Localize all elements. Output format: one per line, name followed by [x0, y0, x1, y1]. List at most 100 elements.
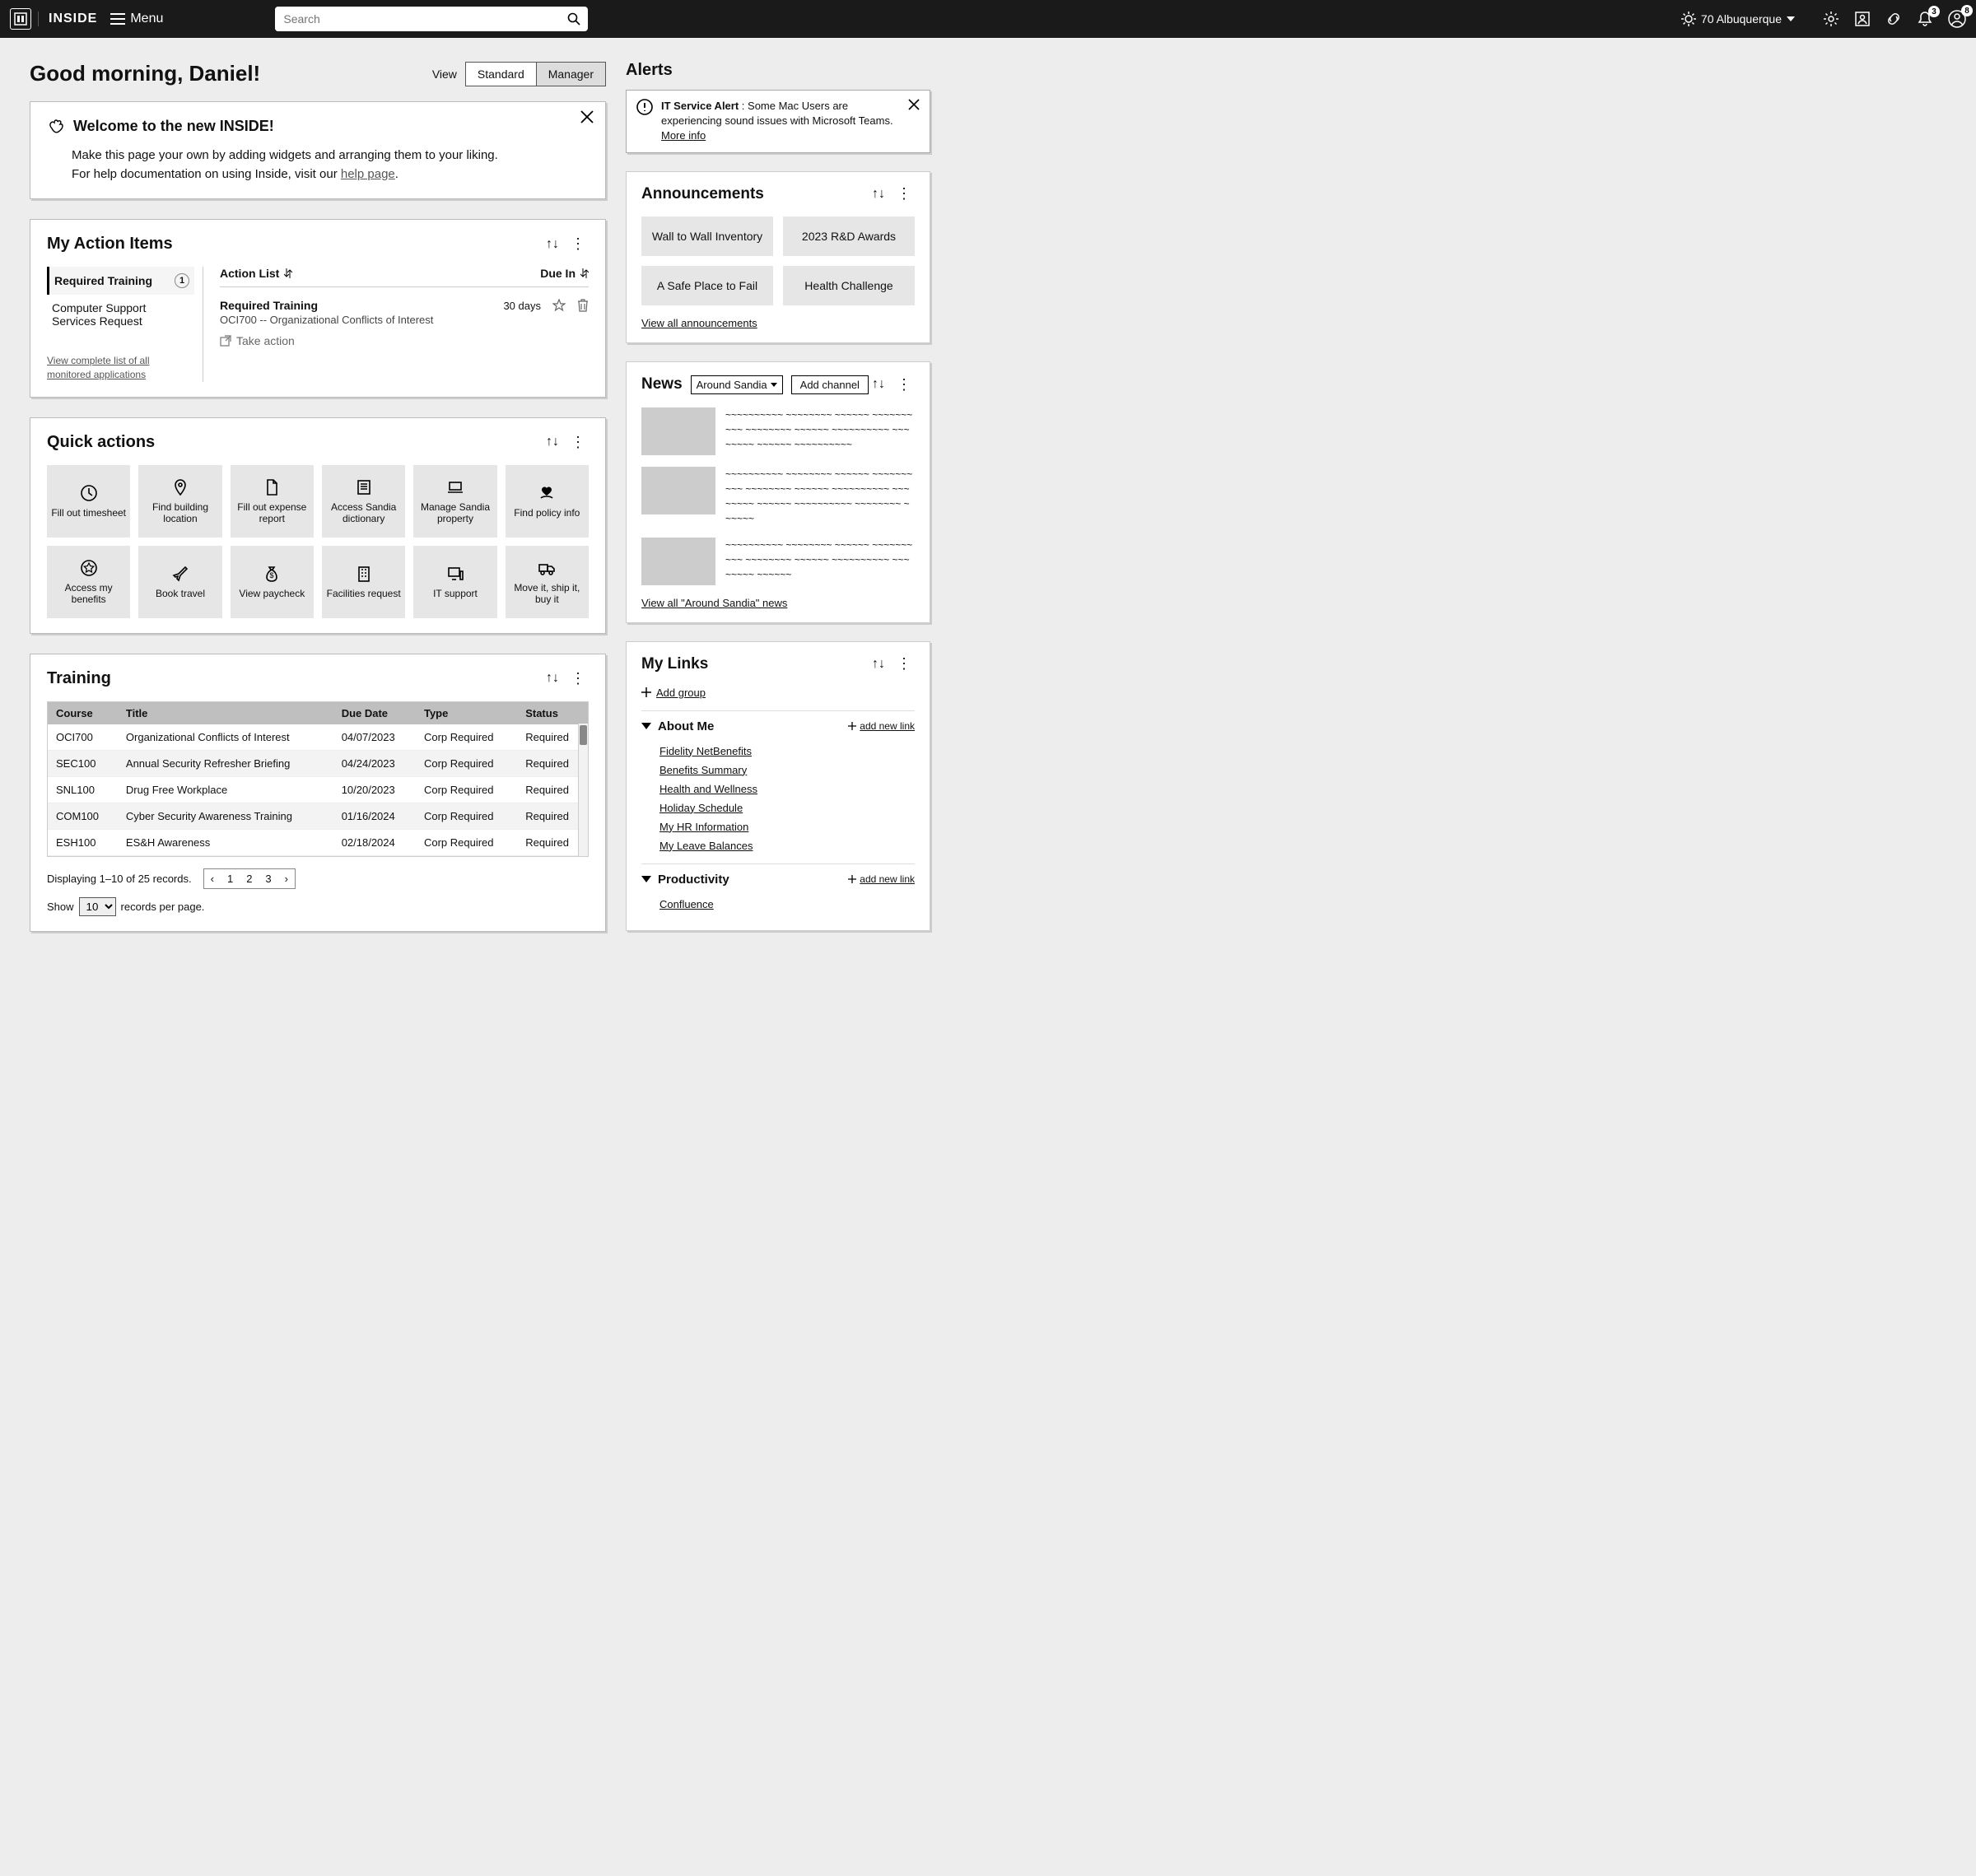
link-item[interactable]: Benefits Summary [659, 764, 915, 776]
group-toggle[interactable]: Productivity [641, 873, 729, 887]
menu-button[interactable]: Menu [110, 12, 163, 26]
welcome-title-text: Welcome to the new INSIDE! [73, 118, 274, 135]
link-item[interactable]: Confluence [659, 898, 915, 910]
pager: ‹ 1 2 3 › [203, 868, 296, 889]
table-header[interactable]: Title [118, 702, 333, 724]
table-header[interactable]: Type [416, 702, 517, 724]
add-new-link-button[interactable]: add new link [848, 720, 915, 732]
quick-action-tile[interactable]: Facilities request [322, 546, 405, 618]
announcement-tile[interactable]: Health Challenge [783, 266, 915, 305]
add-group-button[interactable]: Add group [641, 687, 915, 699]
announcement-tile[interactable]: A Safe Place to Fail [641, 266, 773, 305]
reorder-button[interactable]: ↑↓ [872, 657, 885, 672]
group-toggle[interactable]: About Me [641, 719, 714, 733]
alert-more-info-link[interactable]: More info [661, 129, 706, 142]
reorder-button[interactable]: ↑↓ [546, 671, 559, 686]
card-menu-button[interactable]: ⋮ [567, 235, 589, 253]
table-row[interactable]: SEC100Annual Security Refresher Briefing… [48, 750, 588, 776]
table-row[interactable]: COM100Cyber Security Awareness Training0… [48, 803, 588, 829]
news-item[interactable]: ~~~~~~~~~~ ~~~~~~~~ ~~~~~~ ~~~~~~~~~~ ~~… [641, 467, 915, 526]
quick-action-tile[interactable]: $View paycheck [231, 546, 314, 618]
quick-action-tile[interactable]: Find building location [138, 465, 221, 538]
card-menu-button[interactable]: ⋮ [893, 655, 915, 673]
reorder-button[interactable]: ↑↓ [546, 237, 559, 252]
view-all-apps-link[interactable]: View complete list of all monitored appl… [47, 354, 194, 382]
pager-next[interactable]: › [278, 869, 295, 888]
link-item[interactable]: My HR Information [659, 821, 915, 833]
help-page-link[interactable]: help page [341, 167, 395, 181]
quick-action-tile[interactable]: Manage Sandia property [413, 465, 496, 538]
quick-action-tile[interactable]: IT support [413, 546, 496, 618]
link-item[interactable]: Fidelity NetBenefits [659, 745, 915, 757]
table-cell: Annual Security Refresher Briefing [118, 750, 333, 776]
news-channel-select[interactable]: Around Sandia [691, 375, 783, 394]
table-cell: Organizational Conflicts of Interest [118, 724, 333, 751]
search-input[interactable] [275, 7, 560, 31]
card-menu-button[interactable]: ⋮ [567, 670, 589, 687]
links-group: About Me add new link Fidelity NetBenefits… [641, 710, 915, 852]
quick-action-tile[interactable]: Book travel [138, 546, 221, 618]
link-item[interactable]: Health and Wellness [659, 783, 915, 795]
table-header[interactable]: Course [48, 702, 118, 724]
add-channel-button[interactable]: Add channel [791, 375, 869, 394]
settings-button[interactable] [1823, 11, 1839, 27]
action-items-tabs: Required Training 1 Computer Support Ser… [47, 267, 203, 382]
pager-page[interactable]: 1 [221, 869, 240, 888]
quick-action-tile[interactable]: Fill out expense report [231, 465, 314, 538]
table-row[interactable]: SNL100Drug Free Workplace10/20/2023Corp … [48, 776, 588, 803]
quick-action-tile[interactable]: Move it, ship it, buy it [506, 546, 589, 618]
table-cell: Corp Required [416, 803, 517, 829]
pager-page[interactable]: 3 [259, 869, 277, 888]
add-new-link-button[interactable]: add new link [848, 873, 915, 885]
link-item[interactable]: Holiday Schedule [659, 802, 915, 814]
view-all-announcements-link[interactable]: View all announcements [641, 317, 757, 329]
table-header[interactable]: Due Date [333, 702, 416, 724]
reorder-button[interactable]: ↑↓ [872, 377, 885, 392]
star-button[interactable] [552, 299, 566, 312]
delete-button[interactable] [577, 299, 589, 312]
training-card: Training ↑↓ ⋮ CourseTitleDue DateTypeSta… [30, 654, 606, 932]
welcome-close-button[interactable] [580, 110, 594, 123]
reorder-button[interactable]: ↑↓ [546, 435, 559, 449]
account-button[interactable]: 8 [1948, 10, 1966, 28]
col-due[interactable]: Due In [540, 267, 589, 280]
quick-action-tile[interactable]: Find policy info [506, 465, 589, 538]
search-button[interactable] [560, 7, 588, 31]
view-manager-button[interactable]: Manager [537, 63, 605, 86]
table-row[interactable]: ESH100ES&H Awareness02/18/2024Corp Requi… [48, 829, 588, 855]
quick-action-tile[interactable]: Access Sandia dictionary [322, 465, 405, 538]
alert-close-button[interactable] [908, 99, 920, 110]
view-standard-button[interactable]: Standard [466, 63, 537, 86]
table-cell: Corp Required [416, 776, 517, 803]
news-item[interactable]: ~~~~~~~~~~ ~~~~~~~~ ~~~~~~ ~~~~~~~~~~ ~~… [641, 407, 915, 455]
table-row[interactable]: OCI700Organizational Conflicts of Intere… [48, 724, 588, 751]
table-scrollbar[interactable] [578, 724, 588, 856]
notifications-button[interactable]: 3 [1917, 11, 1933, 27]
news-item[interactable]: ~~~~~~~~~~ ~~~~~~~~ ~~~~~~ ~~~~~~~~~~ ~~… [641, 538, 915, 585]
take-action-button[interactable]: Take action [220, 334, 433, 347]
view-all-news-link[interactable]: View all "Around Sandia" news [641, 597, 787, 609]
card-menu-button[interactable]: ⋮ [893, 185, 915, 202]
contact-button[interactable] [1854, 11, 1871, 27]
weather-button[interactable]: 70 Albuquerque [1681, 12, 1795, 26]
pager-prev[interactable]: ‹ [204, 869, 221, 888]
announcement-tile[interactable]: 2023 R&D Awards [783, 216, 915, 256]
table-cell: Drug Free Workplace [118, 776, 333, 803]
action-tab-support-request[interactable]: Computer Support Services Request [47, 295, 194, 334]
links-button[interactable] [1885, 11, 1902, 27]
card-menu-button[interactable]: ⋮ [567, 434, 589, 451]
table-cell: 04/07/2023 [333, 724, 416, 751]
scroll-thumb[interactable] [580, 725, 587, 745]
quick-action-tile[interactable]: Fill out timesheet [47, 465, 130, 538]
reorder-button[interactable]: ↑↓ [872, 187, 885, 202]
announcement-tile[interactable]: Wall to Wall Inventory [641, 216, 773, 256]
table-header[interactable]: Status [517, 702, 588, 724]
card-menu-button[interactable]: ⋮ [893, 376, 915, 393]
action-tab-required-training[interactable]: Required Training 1 [47, 267, 194, 295]
page-size-select[interactable]: 10 [79, 897, 116, 916]
quick-action-tile[interactable]: Access my benefits [47, 546, 130, 618]
col-action[interactable]: Action List [220, 267, 292, 280]
sort-icon [284, 268, 292, 278]
pager-page[interactable]: 2 [240, 869, 259, 888]
link-item[interactable]: My Leave Balances [659, 840, 915, 852]
